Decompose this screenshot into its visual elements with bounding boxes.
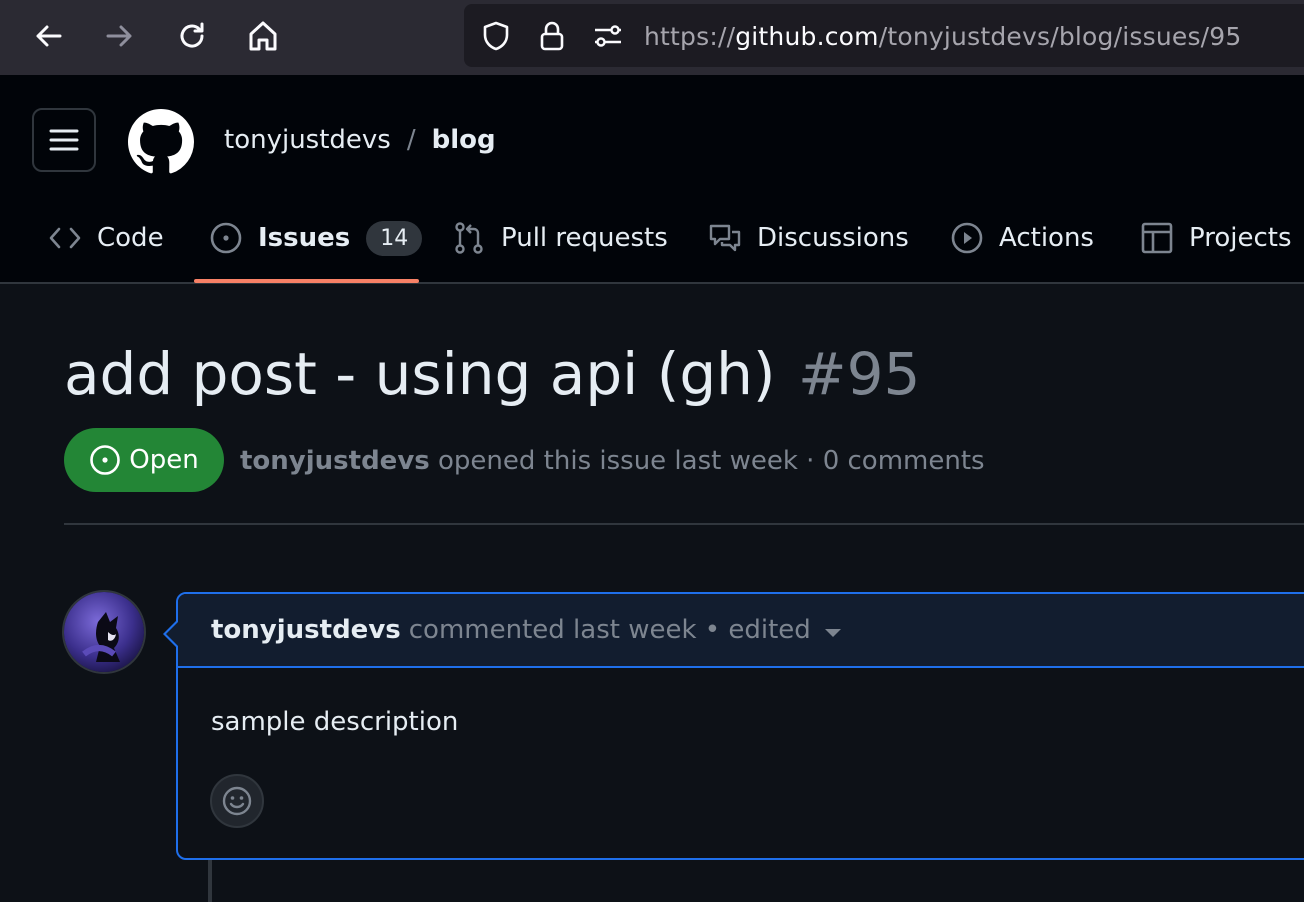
comment-pointer-fill: [166, 621, 179, 647]
code-icon: [48, 221, 82, 255]
tab-code[interactable]: Code: [48, 217, 164, 259]
reload-button[interactable]: [170, 14, 214, 58]
add-reaction-button[interactable]: [210, 774, 264, 828]
tab-discussions[interactable]: Discussions: [708, 217, 909, 259]
forward-button[interactable]: [98, 14, 142, 58]
issue-opened-icon: [209, 221, 243, 255]
tab-label: Discussions: [757, 223, 909, 253]
issue-title-text: add post - using api (gh): [64, 340, 776, 408]
tab-actions[interactable]: Actions: [950, 217, 1094, 259]
tab-label: Code: [97, 223, 164, 253]
comment-body: sample description: [211, 707, 459, 737]
lock-icon[interactable]: [536, 20, 568, 52]
tab-label: Pull requests: [501, 223, 668, 253]
issue-opened-icon: [89, 444, 121, 476]
shield-icon[interactable]: [480, 20, 512, 52]
comment-header: tonyjustdevs commented last week • edite…: [178, 594, 1304, 668]
comment-author-link[interactable]: tonyjustdevs: [211, 615, 401, 645]
tab-projects[interactable]: Projects: [1140, 217, 1292, 259]
back-button[interactable]: [26, 14, 70, 58]
permissions-icon[interactable]: [592, 20, 624, 52]
tab-label: Issues: [258, 223, 351, 253]
tab-label: Projects: [1189, 223, 1292, 253]
issue-state-badge: Open: [64, 428, 224, 492]
issue-meta: tonyjustdevs opened this issue last week…: [240, 446, 985, 476]
issues-count-badge: 14: [366, 220, 423, 256]
menu-button[interactable]: [32, 108, 96, 172]
timeline-line: [208, 860, 212, 902]
breadcrumb: tonyjustdevs / blog: [224, 125, 496, 155]
tab-label: Actions: [999, 223, 1094, 253]
table-icon: [1140, 221, 1174, 255]
chevron-down-icon[interactable]: [824, 629, 841, 637]
github-header: tonyjustdevs / blog Code Issues 14 Pull …: [0, 75, 1304, 284]
issue-meta-text: opened this issue last week · 0 comments: [438, 446, 985, 476]
browser-toolbar: https://github.com/tonyjustdevs/blog/iss…: [0, 0, 1304, 75]
breadcrumb-separator: /: [406, 125, 416, 155]
address-bar[interactable]: https://github.com/tonyjustdevs/blog/iss…: [464, 4, 1304, 67]
reload-icon: [180, 22, 204, 48]
smiley-icon: [222, 786, 252, 816]
comment-box: tonyjustdevs commented last week • edite…: [176, 592, 1304, 860]
hamburger-icon: [49, 129, 79, 151]
github-logo-icon[interactable]: [128, 109, 194, 175]
repo-name-link[interactable]: blog: [432, 125, 496, 155]
arrow-right-icon: [106, 25, 132, 47]
home-icon: [249, 21, 277, 51]
issue-number: #95: [797, 340, 921, 408]
active-tab-indicator: [194, 279, 419, 283]
repo-owner-link[interactable]: tonyjustdevs: [224, 125, 391, 155]
comment-discussion-icon: [708, 221, 742, 255]
tab-pull-requests[interactable]: Pull requests: [452, 217, 668, 259]
git-pull-request-icon: [452, 221, 486, 255]
tab-issues[interactable]: Issues 14: [209, 217, 423, 259]
header-divider: [64, 523, 1304, 525]
avatar[interactable]: [62, 590, 146, 674]
arrow-left-icon: [36, 25, 62, 47]
issue-state-label: Open: [129, 445, 199, 475]
home-button[interactable]: [241, 14, 285, 58]
issue-author-link[interactable]: tonyjustdevs: [240, 446, 430, 476]
issue-title: add post - using api (gh) #95: [64, 340, 920, 408]
url-text[interactable]: https://github.com/tonyjustdevs/blog/iss…: [644, 22, 1242, 51]
play-icon: [950, 221, 984, 255]
comment-meta-text[interactable]: commented last week • edited: [409, 615, 811, 645]
